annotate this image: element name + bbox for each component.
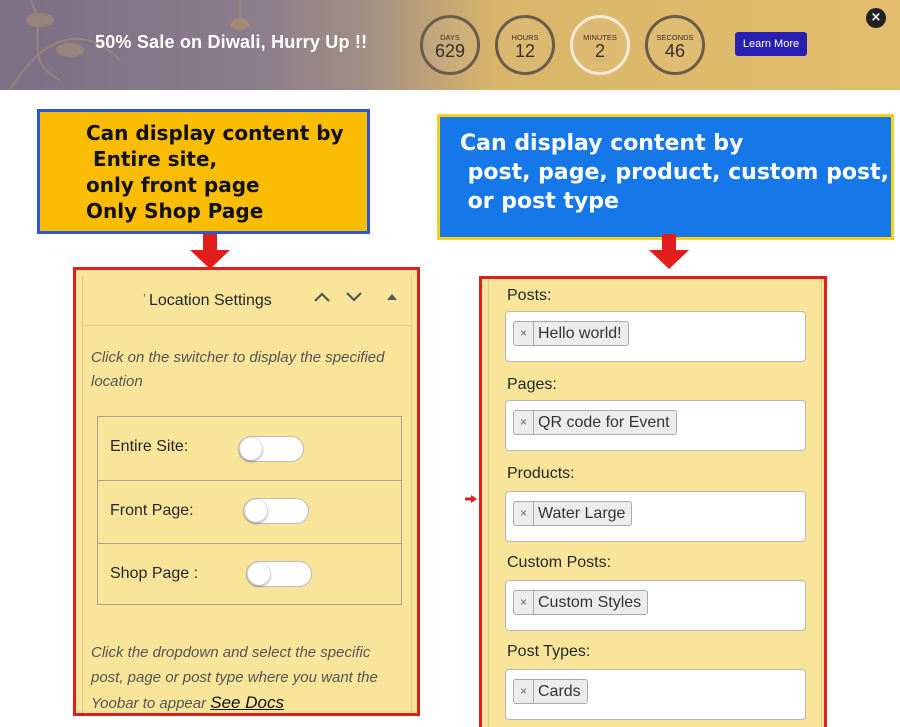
location-description: Click on the switcher to display the spe… [91,349,385,390]
chip: × QR code for Event [513,410,677,435]
timer-seconds: SECONDS 46 [645,15,705,75]
remove-icon[interactable]: × [520,680,527,703]
callout-line: post, page, product, custom post, [460,160,889,185]
location-footer: Click the dropdown and select the specif… [91,640,391,713]
switch-row-front-page: Front Page: [98,480,401,543]
custom-posts-select[interactable]: × Custom Styles [505,580,806,631]
posts-select[interactable]: × Hello world! [505,311,806,362]
switch-group: Entire Site: Front Page: Shop Page : [97,416,402,605]
products-select[interactable]: × Water Large [505,491,806,542]
pointer-arrow-icon [465,495,477,503]
switch-row-shop-page: Shop Page : [98,543,401,606]
timer-value: 2 [594,41,605,61]
remove-icon[interactable]: × [520,502,527,525]
chip-label: Cards [538,683,581,700]
callout-line: Can display content by [460,131,744,156]
timer-minutes: MINUTES 2 [570,15,630,75]
header-tick: ' [143,293,146,304]
callout-line: Entire site, [86,147,218,171]
callout-line: only front page [86,173,260,197]
chip: × Cards [513,679,588,704]
chip-label: QR code for Event [538,414,670,431]
callout-location-info: Can display content by Entire site, only… [37,109,370,234]
remove-icon[interactable]: × [520,322,527,345]
post-types-select[interactable]: × Cards [505,669,806,720]
learn-more-button[interactable]: Learn More [735,32,807,56]
callout-line: Only Shop Page [86,199,264,223]
switch-label: Front Page: [110,502,194,519]
timer-days: DAYS 629 [420,15,480,75]
chip: × Water Large [513,501,633,526]
chip-label: Water Large [538,505,626,522]
chevron-up-icon[interactable] [313,290,331,308]
remove-icon[interactable]: × [520,411,527,434]
callout-content-info: Can display content by post, page, produ… [437,114,894,240]
toggle-knob [248,563,270,585]
switch-label: Entire Site: [110,438,189,455]
promo-text: 50% Sale on Diwali, Hurry Up !! [95,32,368,52]
close-icon[interactable]: × [866,8,886,28]
switch-row-entire-site: Entire Site: [98,417,401,480]
entire-site-toggle[interactable] [238,436,304,462]
location-settings-panel: ' Location Settings Click on the switche… [73,267,420,716]
pages-select[interactable]: × QR code for Event [505,400,806,451]
remove-icon[interactable]: × [520,591,527,614]
chip: × Hello world! [513,321,629,346]
field-label-products: Products: [507,465,575,482]
timer-hours: HOURS 12 [495,15,555,75]
arrow-down-icon [190,234,230,269]
arrow-down-icon [649,234,689,269]
chip-label: Custom Styles [538,594,642,611]
content-selectors-panel: Posts: × Hello world! Pages: × QR code for… [479,276,827,727]
timer-value: 46 [664,41,686,61]
shop-page-toggle[interactable] [246,561,312,587]
panel-header: ' Location Settings [83,276,411,326]
callout-line: or post type [460,189,619,214]
field-label-pages: Pages: [507,376,557,393]
toggle-knob [240,438,262,460]
chip-label: Hello world! [538,325,622,342]
triangle-up-icon[interactable] [386,290,398,308]
see-docs-link[interactable]: See Docs [210,693,284,712]
panel-title: Location Settings [149,292,272,309]
front-page-toggle[interactable] [243,498,309,524]
promo-bar: 50% Sale on Diwali, Hurry Up !! DAYS 629… [0,0,900,90]
chip: × Custom Styles [513,590,649,615]
field-label-posts: Posts: [507,287,552,304]
chevron-down-icon[interactable] [345,290,363,308]
timer-value: 629 [434,41,466,61]
switch-label: Shop Page : [110,565,199,582]
timer-value: 12 [514,41,536,61]
callout-line: Can display content by [86,121,344,145]
field-label-custom-posts: Custom Posts: [507,554,612,571]
field-label-post-types: Post Types: [507,643,591,660]
toggle-knob [245,500,267,522]
